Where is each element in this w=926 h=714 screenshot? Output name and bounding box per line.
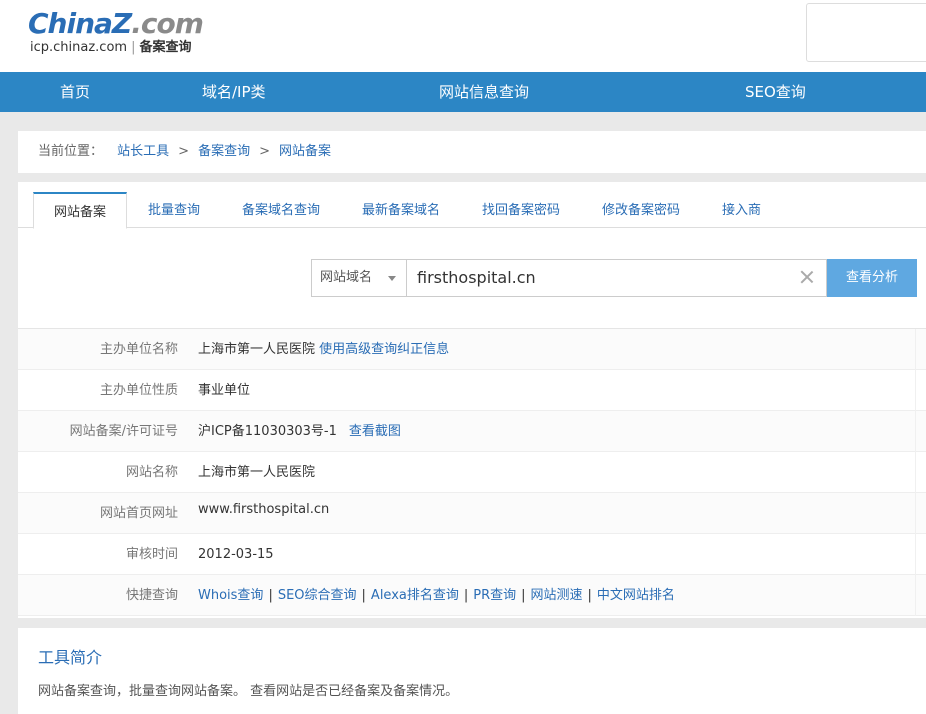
row-value: 2012-03-15	[198, 547, 274, 562]
row-divider	[915, 411, 916, 452]
tab-recover-password[interactable]: 找回备案密码	[482, 192, 560, 228]
row-value: 上海市第一人民医院 使用高级查询纠正信息	[198, 329, 449, 370]
row-label: 主办单位名称	[99, 342, 178, 357]
tab-access-provider[interactable]: 接入商	[722, 192, 761, 228]
chinese-site-rank-link[interactable]: 中文网站排名	[597, 588, 675, 603]
breadcrumb: 当前位置： 站长工具 > 备案查询 > 网站备案	[18, 131, 926, 173]
table-row: 主办单位性质 事业单位	[18, 370, 926, 411]
chinaz-logo[interactable]: ChinaZ.com icp.chinaz.com | 备案查询	[28, 6, 218, 66]
tab-latest-domains[interactable]: 最新备案域名	[362, 192, 440, 228]
row-divider	[915, 575, 916, 616]
row-value: 沪ICP备11030303号-1 查看截图	[198, 411, 401, 452]
pr-query-link[interactable]: PR查询	[473, 588, 516, 603]
row-value: 事业单位	[198, 383, 251, 398]
table-row: 主办单位名称 上海市第一人民医院 使用高级查询纠正信息	[18, 329, 926, 370]
table-row: 网站名称 上海市第一人民医院	[18, 452, 926, 493]
search-type-select[interactable]: 网站域名	[311, 259, 406, 297]
search-input[interactable]: firsthospital.cn	[406, 259, 827, 297]
caret-down-icon	[388, 276, 396, 281]
quick-query-links: Whois查询 | SEO综合查询 | Alexa排名查询 | PR查询 | 网站测速 | 中文网站…	[198, 588, 675, 603]
row-label: 网站首页网址	[99, 506, 178, 521]
speed-test-link[interactable]: 网站测速	[531, 588, 583, 603]
breadcrumb-arrow: >	[178, 144, 190, 159]
breadcrumb-arrow: >	[259, 144, 270, 159]
row-label: 网站名称	[125, 465, 178, 480]
intro-text: 网站备案查询，批量查询网站备案。 查看网站是否已经备案及备案情况。	[38, 684, 459, 699]
view-screenshot-link[interactable]: 查看截图	[349, 424, 401, 439]
breadcrumb-icp-query[interactable]: 备案查询	[198, 144, 250, 159]
seo-overview-link[interactable]: SEO综合查询	[278, 588, 357, 603]
nav-home[interactable]: 首页	[60, 72, 90, 112]
logo-site-domain: icp.chinaz.com	[30, 40, 128, 55]
sponsor-name: 上海市第一人民医院	[198, 342, 316, 357]
nav-site-info[interactable]: 网站信息查询	[439, 72, 529, 112]
clear-icon[interactable]	[799, 269, 815, 285]
site-header: ChinaZ.com icp.chinaz.com | 备案查询	[0, 0, 926, 72]
tab-domain-icp-query[interactable]: 备案域名查询	[242, 192, 320, 228]
table-row: 网站首页网址 www.firsthospital.cn	[18, 493, 926, 534]
row-value: 上海市第一人民医院	[198, 465, 316, 480]
intro-title: 工具简介	[38, 648, 103, 667]
table-row: 网站备案/许可证号 沪ICP备11030303号-1 查看截图	[18, 411, 926, 452]
nav-seo[interactable]: SEO查询	[745, 72, 806, 112]
query-panel: 网站备案 批量查询 备案域名查询 最新备案域名 找回备案密码 修改备案密码 接入…	[18, 182, 926, 618]
breadcrumb-site-icp[interactable]: 网站备案	[279, 144, 331, 159]
main-nav: 首页 域名/IP类 网站信息查询 SEO查询	[0, 72, 926, 112]
row-label: 主办单位性质	[99, 383, 178, 398]
tab-site-icp[interactable]: 网站备案	[33, 192, 127, 229]
row-label: 审核时间	[125, 547, 178, 562]
logo-subtitle: icp.chinaz.com | 备案查询	[30, 40, 191, 56]
logo-wordmark: ChinaZ.com	[28, 7, 204, 40]
logo-section-name: 备案查询	[139, 40, 192, 55]
breadcrumb-webmaster-tools[interactable]: 站长工具	[117, 144, 169, 159]
row-value: www.firsthospital.cn	[198, 502, 330, 517]
icp-license-number: 沪ICP备11030303号-1	[198, 424, 337, 439]
analyze-button[interactable]: 查看分析	[827, 259, 917, 297]
tab-bar: 网站备案 批量查询 备案域名查询 最新备案域名 找回备案密码 修改备案密码 接入…	[18, 192, 926, 229]
row-divider	[915, 534, 916, 575]
tab-batch-query[interactable]: 批量查询	[148, 192, 200, 228]
row-divider	[915, 452, 916, 493]
tab-change-password[interactable]: 修改备案密码	[602, 192, 680, 228]
logo-separator: |	[131, 40, 136, 55]
row-divider	[915, 493, 916, 534]
row-divider	[915, 370, 916, 411]
table-row: 审核时间 2012-03-15	[18, 534, 926, 575]
advanced-correct-link[interactable]: 使用高级查询纠正信息	[319, 342, 449, 357]
row-divider	[915, 329, 916, 370]
nav-domain-ip[interactable]: 域名/IP类	[202, 72, 266, 112]
header-ad-box	[806, 3, 926, 62]
search-type-value: 网站域名	[320, 270, 373, 285]
row-label: 快捷查询	[125, 588, 178, 603]
tool-intro: 工具简介 网站备案查询，批量查询网站备案。 查看网站是否已经备案及备案情况。	[18, 628, 926, 714]
table-row: 快捷查询 Whois查询 | SEO综合查询 | Alexa排名查询 | PR查询 | 网站测速…	[18, 575, 926, 616]
row-label: 网站备案/许可证号	[69, 424, 178, 439]
whois-link[interactable]: Whois查询	[198, 588, 263, 603]
results-table: 主办单位名称 上海市第一人民医院 使用高级查询纠正信息 主办单位性质 事业单位 …	[18, 328, 926, 616]
search-bar: 网站域名 firsthospital.cn 查看分析	[311, 259, 917, 297]
search-input-value: firsthospital.cn	[417, 268, 536, 287]
alexa-rank-link[interactable]: Alexa排名查询	[371, 588, 459, 603]
breadcrumb-prefix: 当前位置：	[38, 144, 104, 159]
